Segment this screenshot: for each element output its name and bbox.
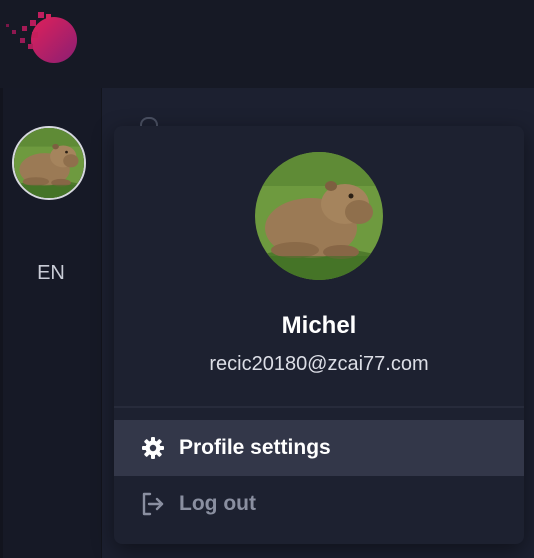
language-selector[interactable]: EN bbox=[20, 262, 82, 285]
content-divider bbox=[101, 88, 102, 558]
brand-logo-icon[interactable] bbox=[4, 6, 80, 68]
top-bar bbox=[0, 0, 534, 88]
user-email: recic20180@zcai77.com bbox=[209, 353, 429, 375]
gear-icon bbox=[139, 434, 167, 462]
profile-dropdown: Michel recic20180@zcai77.com Profile set… bbox=[114, 126, 524, 544]
profile-avatar bbox=[255, 152, 383, 280]
profile-settings-label: Profile settings bbox=[179, 436, 331, 459]
menu-divider bbox=[114, 406, 524, 408]
user-avatar-button[interactable] bbox=[12, 126, 86, 200]
avatar-image bbox=[255, 152, 383, 280]
user-name: Michel bbox=[281, 312, 357, 339]
logout-item[interactable]: Log out bbox=[114, 476, 524, 532]
logout-label: Log out bbox=[179, 492, 256, 515]
sidebar-divider bbox=[0, 88, 3, 558]
profile-settings-item[interactable]: Profile settings bbox=[114, 420, 524, 476]
logout-icon bbox=[139, 490, 167, 518]
avatar-image bbox=[14, 128, 84, 198]
